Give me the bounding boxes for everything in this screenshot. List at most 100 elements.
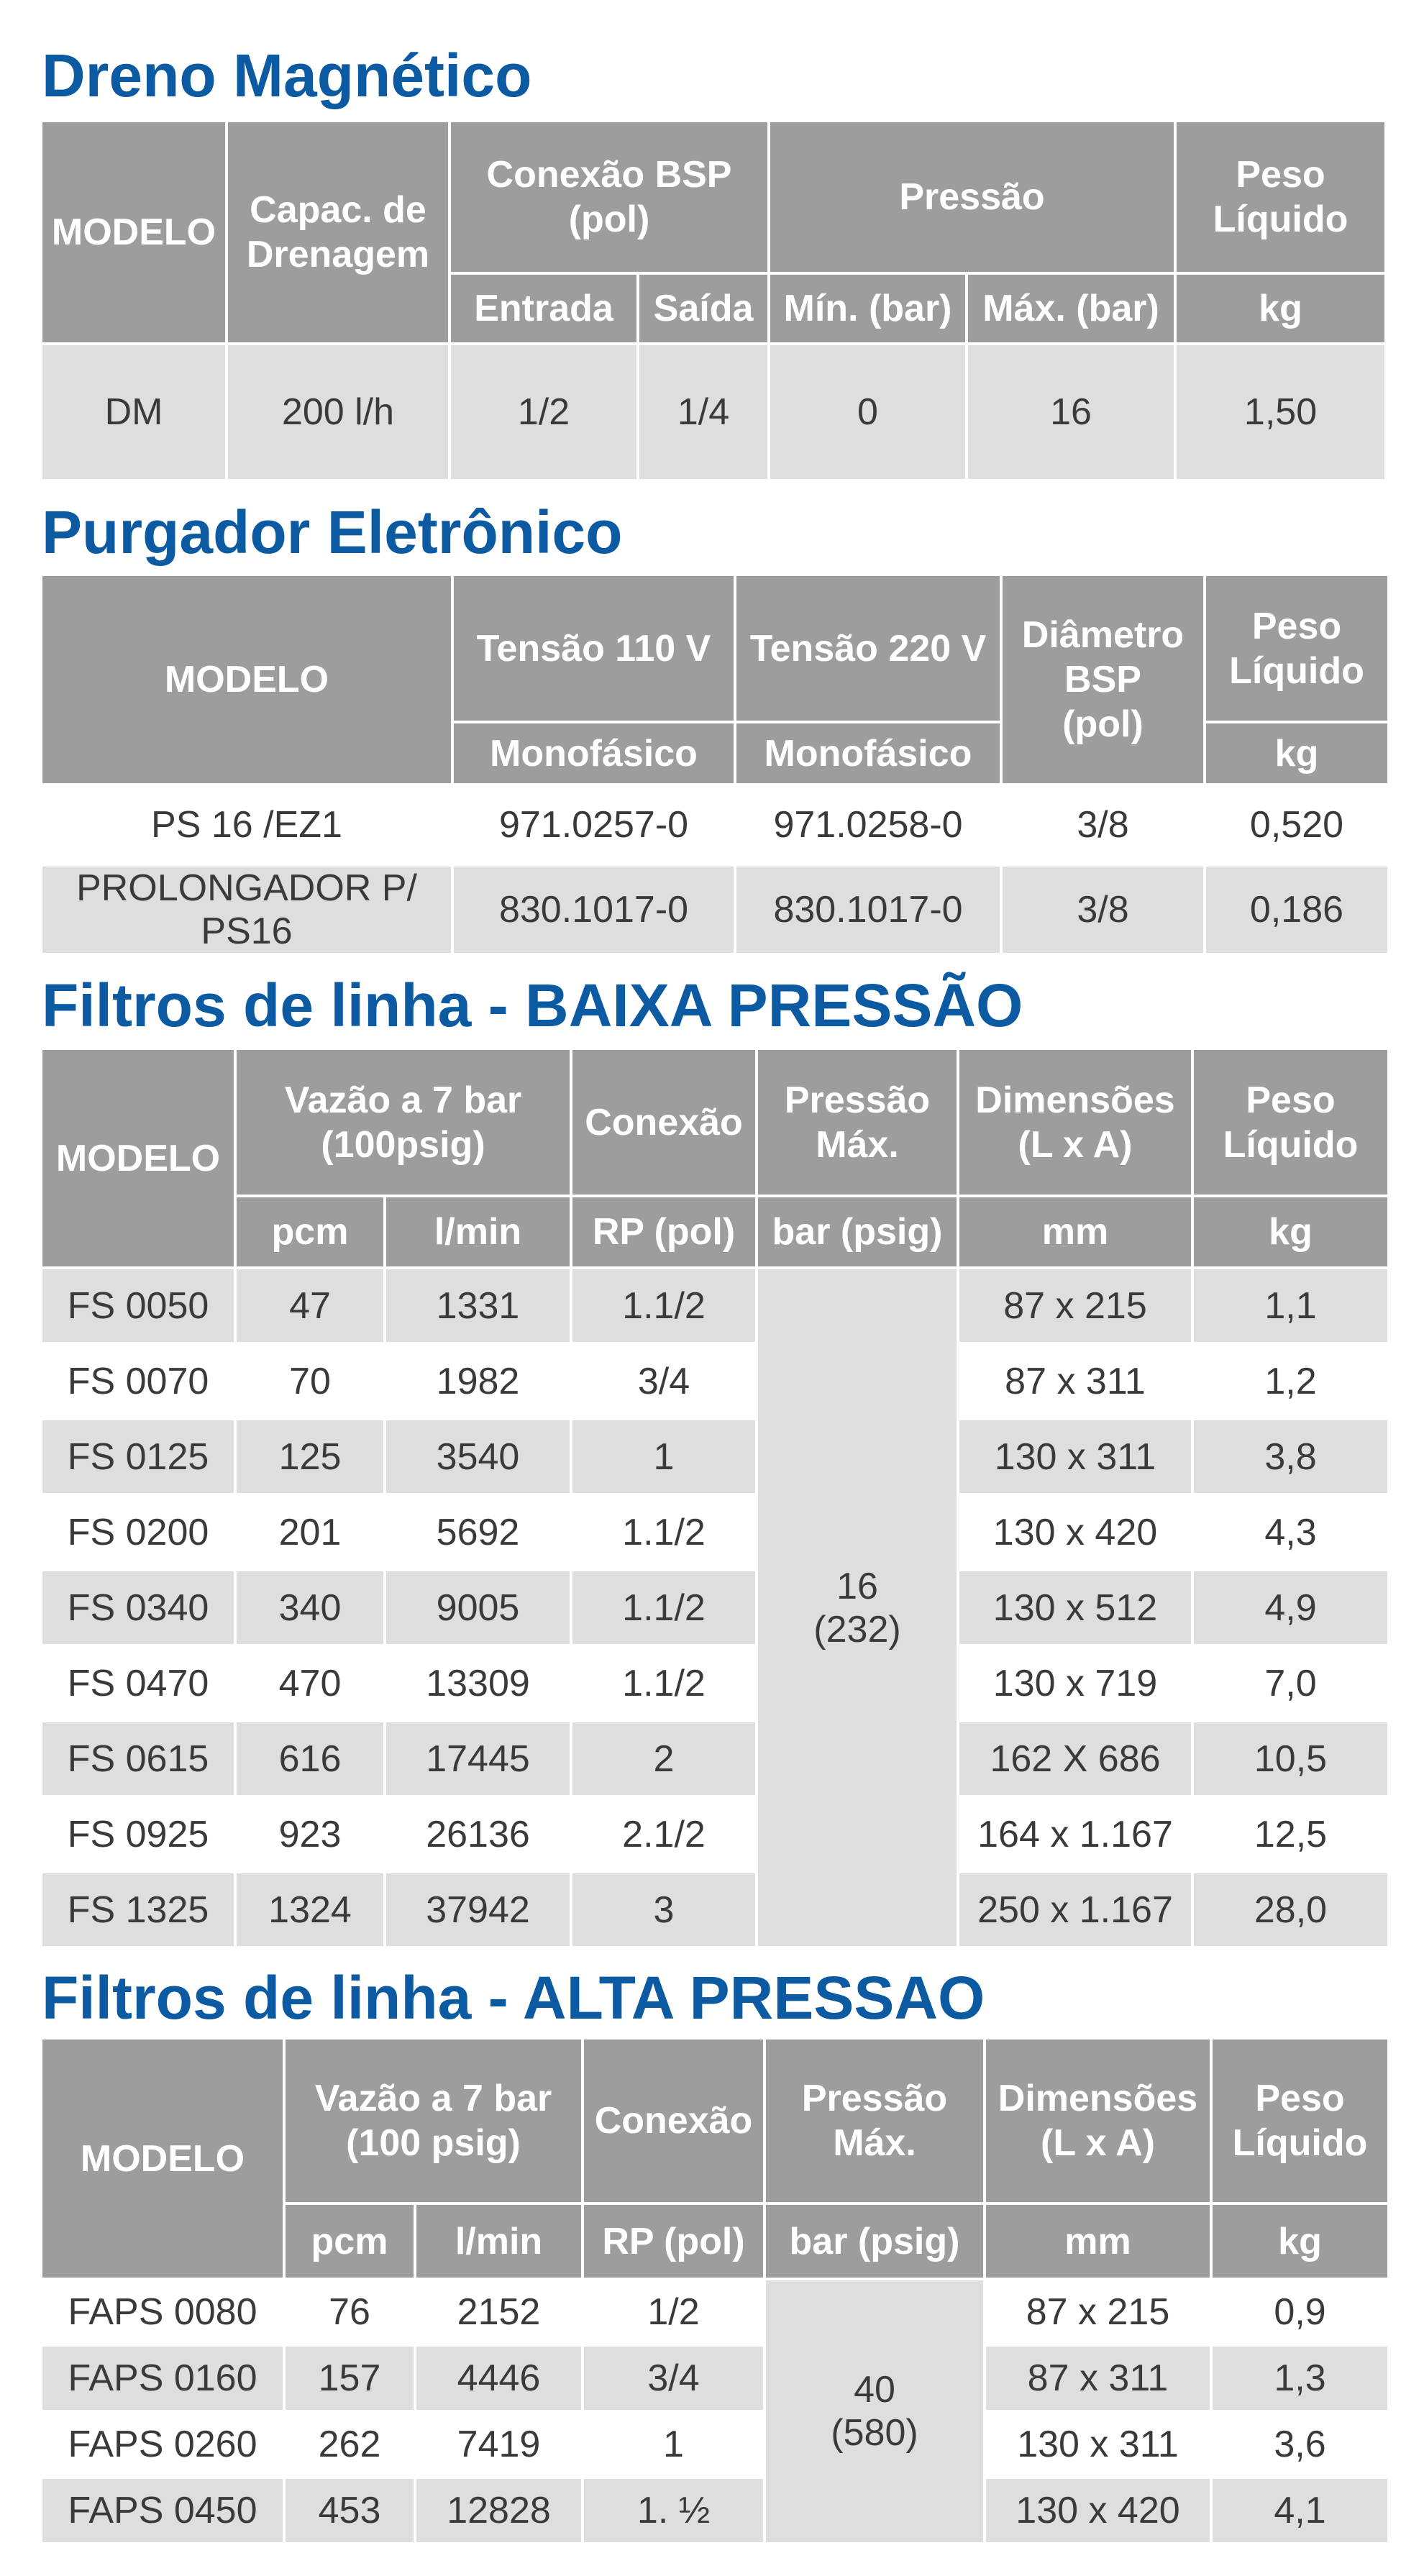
cell-lmin: 12828 [414, 2476, 584, 2545]
dreno-table: MODELO Capac. de Drenagem Conexão BSP (p… [40, 119, 1388, 482]
cell-pcm: 923 [234, 1795, 386, 1873]
col-header-peso: Peso Líquido [1174, 119, 1388, 275]
cell-pcm: 453 [283, 2476, 416, 2545]
cell-t220: 830.1017-0 [734, 864, 1003, 956]
cell-peso: 1,3 [1210, 2344, 1390, 2413]
table-row: FAPS 0160 157 4446 3/4 87 x 311 1,3 [40, 2344, 1390, 2413]
cell-modelo: FS 0050 [40, 1266, 237, 1345]
cell-lmin: 1982 [383, 1342, 572, 1420]
col-header-modelo: MODELO [40, 119, 228, 345]
cell-dim: 87 x 215 [983, 2278, 1213, 2347]
cell-peso: 4,9 [1191, 1568, 1390, 1647]
cell-lmin: 13309 [383, 1644, 572, 1722]
cell-modelo: PS 16 /EZ1 [40, 783, 454, 867]
cell-dim: 130 x 719 [957, 1644, 1194, 1722]
col-header-lmin: l/min [414, 2202, 584, 2280]
cell-dim: 162 X 686 [957, 1719, 1194, 1798]
cell-peso: 1,2 [1191, 1342, 1390, 1420]
cell-dim: 130 x 420 [983, 2476, 1213, 2545]
cell-modelo: FAPS 0450 [40, 2476, 286, 2545]
cell-dim: 250 x 1.167 [957, 1871, 1194, 1949]
cell-peso: 28,0 [1191, 1871, 1390, 1949]
cell-pcm: 70 [234, 1342, 386, 1420]
table-row: FS 0125 125 3540 1 130 x 311 3,8 [40, 1417, 1390, 1496]
cell-modelo: FS 0070 [40, 1342, 237, 1420]
col-header-capac: Capac. de Drenagem [225, 119, 451, 345]
cell-rp: 3/4 [570, 1342, 758, 1420]
table-row: FS 1325 1324 37942 3 250 x 1.167 28,0 [40, 1871, 1390, 1949]
col-header-pcm: pcm [283, 2202, 416, 2280]
col-header-diametro: Diâmetro BSP (pol) [1000, 573, 1206, 786]
col-header-modelo: MODELO [40, 573, 454, 786]
cell-pcm: 616 [234, 1719, 386, 1798]
col-header-pressao: Pressão Máx. [755, 1047, 959, 1197]
cell-max: 16 [965, 342, 1177, 482]
cell-rp: 2 [570, 1719, 758, 1798]
cell-peso: 0,186 [1203, 864, 1390, 956]
dreno-title: Dreno Magnético [42, 42, 532, 109]
cell-modelo: FAPS 0160 [40, 2344, 286, 2413]
cell-lmin: 4446 [414, 2344, 584, 2413]
cell-entrada: 1/2 [448, 342, 639, 482]
col-header-t110: Tensão 110 V [451, 573, 736, 723]
cell-peso: 0,520 [1203, 783, 1390, 867]
cell-pcm: 1324 [234, 1871, 386, 1949]
cell-rp: 1.1/2 [570, 1493, 758, 1571]
cell-modelo: FS 0615 [40, 1719, 237, 1798]
cell-min: 0 [767, 342, 969, 482]
cell-lmin: 5692 [383, 1493, 572, 1571]
cell-modelo: FS 0470 [40, 1644, 237, 1722]
cell-rp: 1.1/2 [570, 1266, 758, 1345]
table-row: FAPS 0080 76 2152 1/2 40 (580) 87 x 215 … [40, 2278, 1390, 2545]
col-header-pressao: Pressão Máx. [763, 2037, 986, 2205]
cell-diametro: 3/8 [1000, 864, 1206, 956]
cell-pcm: 76 [283, 2278, 416, 2347]
cell-dim: 130 x 311 [983, 2410, 1213, 2479]
cell-dim: 164 x 1.167 [957, 1795, 1194, 1873]
col-header-peso: Peso Líquido [1210, 2037, 1390, 2205]
col-header-kg: kg [1203, 721, 1390, 786]
col-header-vazao: Vazão a 7 bar (100 psig) [283, 2037, 584, 2205]
col-header-conexao: Conexão [581, 2037, 766, 2205]
cell-pcm: 157 [283, 2344, 416, 2413]
alta-title: Filtros de linha - ALTA PRESSAO [42, 1964, 985, 2032]
table-row: FAPS 0450 453 12828 1. ½ 130 x 420 4,1 [40, 2476, 1390, 2545]
cell-pcm: 340 [234, 1568, 386, 1647]
cell-rp: 1. ½ [581, 2476, 766, 2545]
cell-dim: 87 x 311 [957, 1342, 1194, 1420]
cell-dim: 87 x 215 [957, 1266, 1194, 1345]
col-header-rp: RP (pol) [570, 1195, 758, 1269]
cell-dim: 130 x 512 [957, 1568, 1194, 1647]
cell-capac: 200 l/h [225, 342, 451, 482]
cell-peso: 3,8 [1191, 1417, 1390, 1496]
col-header-peso: Peso Líquido [1191, 1047, 1390, 1197]
cell-t110: 830.1017-0 [451, 864, 736, 956]
cell-peso: 7,0 [1191, 1644, 1390, 1722]
col-header-conexao: Conexão [570, 1047, 758, 1197]
cell-rp: 3/4 [581, 2344, 766, 2413]
purgador-title: Purgador Eletrônico [42, 498, 623, 566]
cell-peso: 4,1 [1210, 2476, 1390, 2545]
cell-lmin: 37942 [383, 1871, 572, 1949]
cell-peso: 3,6 [1210, 2410, 1390, 2479]
cell-modelo: FS 1325 [40, 1871, 237, 1949]
cell-lmin: 26136 [383, 1795, 572, 1873]
col-header-modelo: MODELO [40, 1047, 237, 1269]
cell-rp: 1 [570, 1417, 758, 1496]
table-row: PS 16 /EZ1 971.0257-0 971.0258-0 3/8 0,5… [40, 783, 1390, 867]
cell-pcm: 125 [234, 1417, 386, 1496]
col-header-pcm: pcm [234, 1195, 386, 1269]
table-row: FS 0340 340 9005 1.1/2 130 x 512 4,9 [40, 1568, 1390, 1647]
cell-modelo: FS 0200 [40, 1493, 237, 1571]
cell-pressao-merged: 16 (232) [755, 1266, 959, 1949]
cell-rp: 1/2 [581, 2278, 766, 2347]
table-row: FS 0070 70 1982 3/4 87 x 311 1,2 [40, 1342, 1390, 1420]
col-header-t220: Tensão 220 V [734, 573, 1003, 723]
cell-rp: 1 [581, 2410, 766, 2479]
cell-dim: 87 x 311 [983, 2344, 1213, 2413]
cell-pcm: 47 [234, 1266, 386, 1345]
cell-lmin: 2152 [414, 2278, 584, 2347]
cell-modelo: FAPS 0080 [40, 2278, 286, 2347]
table-row: FS 0200 201 5692 1.1/2 130 x 420 4,3 [40, 1493, 1390, 1571]
col-header-kg: kg [1174, 272, 1388, 345]
